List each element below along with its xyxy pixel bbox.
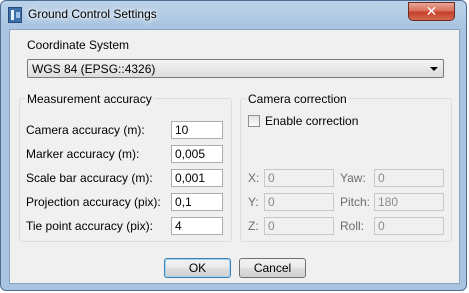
enable-correction-label[interactable]: Enable correction — [265, 114, 358, 128]
marker-accuracy-input[interactable]: 0,005 — [171, 145, 223, 163]
coordinate-system-select[interactable]: WGS 84 (EPSG::4326) — [27, 59, 444, 78]
dialog-body: Coordinate System WGS 84 (EPSG::4326) Me… — [9, 29, 460, 284]
roll-input[interactable]: 0 — [374, 217, 444, 235]
measurement-accuracy-title: Measurement accuracy — [25, 92, 154, 106]
ok-button[interactable]: OK — [164, 258, 231, 278]
z-input[interactable]: 0 — [264, 217, 334, 235]
cancel-button[interactable]: Cancel — [239, 258, 306, 278]
scale-bar-accuracy-label: Scale bar accuracy (m): — [26, 171, 153, 185]
pitch-label: Pitch: — [340, 195, 371, 209]
roll-label: Roll: — [340, 219, 365, 233]
chevron-down-icon — [430, 67, 438, 71]
x-label: X: — [248, 171, 260, 185]
tie-point-accuracy-label: Tie point accuracy (pix): — [26, 219, 153, 233]
coordinate-system-label: Coordinate System — [27, 38, 130, 52]
y-label: Y: — [248, 195, 259, 209]
title-bar[interactable]: Ground Control Settings ✕ — [1, 1, 468, 29]
camera-accuracy-label: Camera accuracy (m): — [26, 123, 145, 137]
pitch-input[interactable]: 180 — [374, 193, 444, 211]
enable-correction-checkbox[interactable] — [248, 115, 260, 127]
marker-accuracy-label: Marker accuracy (m): — [26, 147, 140, 161]
dialog-window: Ground Control Settings ✕ Coordinate Sys… — [0, 0, 467, 291]
projection-accuracy-input[interactable]: 0,1 — [171, 193, 223, 211]
projection-accuracy-label: Projection accuracy (pix): — [26, 195, 161, 209]
window-title: Ground Control Settings — [28, 7, 157, 21]
scale-bar-accuracy-input[interactable]: 0,001 — [171, 169, 223, 187]
coordinate-system-value: WGS 84 (EPSG::4326) — [32, 62, 156, 76]
camera-correction-title: Camera correction — [246, 92, 349, 106]
yaw-input[interactable]: 0 — [374, 169, 444, 187]
z-label: Z: — [248, 219, 259, 233]
close-button[interactable]: ✕ — [408, 2, 455, 21]
app-icon — [8, 7, 22, 23]
tie-point-accuracy-input[interactable]: 4 — [171, 217, 223, 235]
yaw-label: Yaw: — [340, 171, 366, 185]
camera-accuracy-input[interactable]: 10 — [171, 121, 223, 139]
x-input[interactable]: 0 — [264, 169, 334, 187]
y-input[interactable]: 0 — [264, 193, 334, 211]
